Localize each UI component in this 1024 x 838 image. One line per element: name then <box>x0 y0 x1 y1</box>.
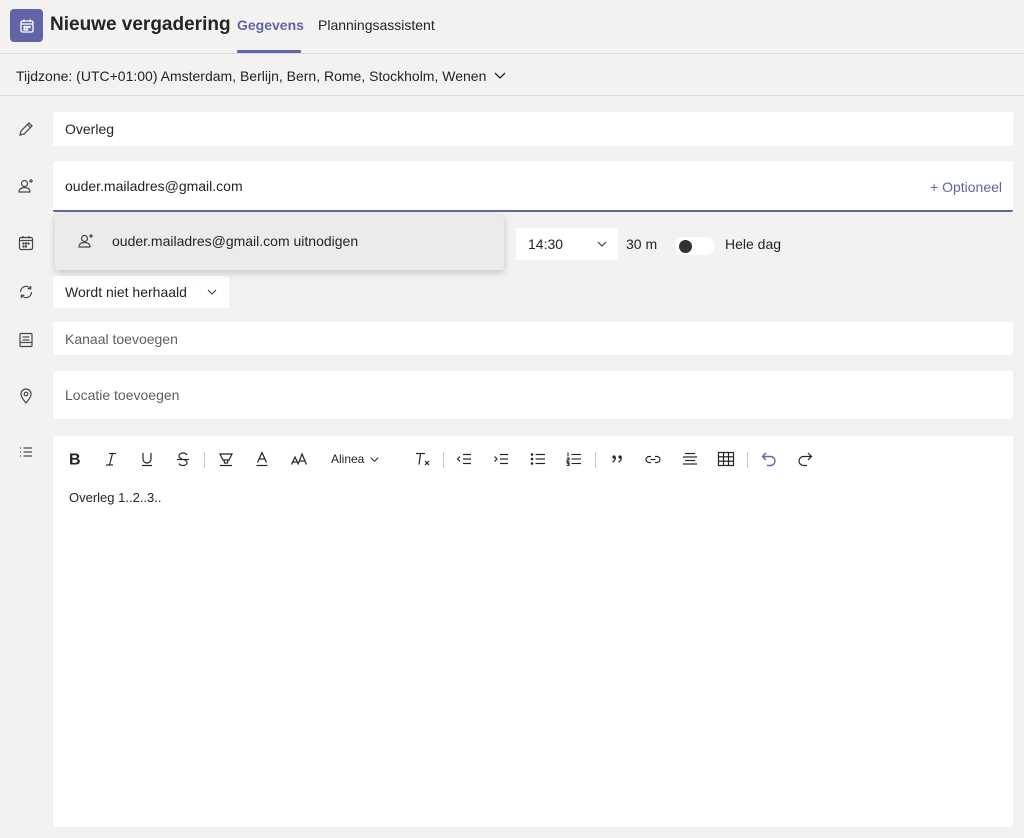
table-icon[interactable] <box>714 446 738 472</box>
chevron-down-icon <box>206 286 218 298</box>
all-day-label: Hele dag <box>725 236 782 252</box>
font-color-icon[interactable] <box>250 446 274 472</box>
paragraph-style-label: Alinea <box>331 452 365 466</box>
editor-body[interactable]: Overleg 1..2..3.. <box>69 490 162 505</box>
repeat-select[interactable]: Wordt niet herhaald <box>53 276 229 308</box>
channel-input[interactable]: Kanaal toevoegen <box>53 322 1013 355</box>
chevron-down-icon <box>596 238 608 250</box>
location-input[interactable]: Locatie toevoegen <box>53 371 1013 419</box>
timezone-label: Tijdzone: (UTC+01:00) Amsterdam, Berlijn… <box>16 68 487 84</box>
link-icon[interactable] <box>641 446 665 472</box>
invite-suggestion[interactable]: ouder.mailadres@gmail.com uitnodigen <box>55 214 504 270</box>
toggle-knob <box>679 240 692 253</box>
redo-icon[interactable] <box>793 446 817 472</box>
duration-label: 30 m <box>626 236 658 252</box>
add-person-icon <box>77 232 95 250</box>
toolbar-divider <box>443 452 444 468</box>
undo-icon[interactable] <box>757 446 781 472</box>
end-time-value: 14:30 <box>528 236 564 252</box>
clear-formatting-icon[interactable] <box>411 446 435 472</box>
attendees-input[interactable]: ouder.mailadres@gmail.com + Optioneel <box>53 161 1013 212</box>
invite-suggestion-label: ouder.mailadres@gmail.com uitnodigen <box>112 233 359 249</box>
paragraph-style-select[interactable]: Alinea <box>331 446 393 472</box>
font-size-icon[interactable] <box>286 446 312 472</box>
tab-gegevens[interactable]: Gegevens <box>237 17 304 33</box>
svg-text:B: B <box>69 452 81 468</box>
chevron-down-icon[interactable] <box>492 67 508 83</box>
chevron-down-icon <box>370 456 379 462</box>
add-person-icon <box>16 176 36 196</box>
increase-indent-icon[interactable] <box>489 446 513 472</box>
calendar-icon <box>16 233 36 253</box>
repeat-value: Wordt niet herhaald <box>65 284 187 300</box>
title-input[interactable]: Overleg <box>53 112 1013 146</box>
strikethrough-button[interactable] <box>171 446 195 472</box>
header: Nieuwe vergadering Gegevens Planningsass… <box>0 0 1024 54</box>
timezone-bar[interactable]: Tijdzone: (UTC+01:00) Amsterdam, Berlijn… <box>0 55 1024 96</box>
all-day-toggle[interactable] <box>674 236 716 256</box>
active-tab-indicator <box>237 50 301 53</box>
quote-icon[interactable] <box>605 446 629 472</box>
attendees-input-value: ouder.mailadres@gmail.com <box>65 178 243 194</box>
tab-planningsassistent[interactable]: Planningsassistent <box>318 17 435 33</box>
decrease-indent-icon[interactable] <box>452 446 476 472</box>
horizontal-rule-icon[interactable] <box>678 446 702 472</box>
highlight-icon[interactable] <box>213 446 239 472</box>
details-editor[interactable]: B Alinea Overleg 1..2..3.. <box>53 436 1013 827</box>
underline-button[interactable] <box>135 446 159 472</box>
location-pin-icon <box>16 386 36 406</box>
toolbar-divider <box>204 452 205 468</box>
channel-placeholder: Kanaal toevoegen <box>65 331 178 347</box>
optional-attendees-link[interactable]: + Optioneel <box>930 179 1002 195</box>
page-title: Nieuwe vergadering <box>50 14 231 35</box>
editor-toolbar: B Alinea <box>53 446 1013 472</box>
italic-button[interactable] <box>99 446 123 472</box>
list-icon <box>16 443 36 463</box>
repeat-icon <box>16 282 36 302</box>
toolbar-divider <box>747 452 748 468</box>
end-time-select[interactable]: 14:30 <box>516 228 618 260</box>
numbered-list-icon[interactable] <box>562 446 586 472</box>
bulleted-list-icon[interactable] <box>526 446 550 472</box>
channel-icon <box>16 330 36 350</box>
calendar-icon <box>10 9 43 42</box>
bold-button[interactable]: B <box>63 446 87 472</box>
pencil-icon <box>16 119 36 139</box>
location-placeholder: Locatie toevoegen <box>65 387 180 403</box>
toolbar-divider <box>595 452 596 468</box>
title-input-value: Overleg <box>65 121 115 137</box>
